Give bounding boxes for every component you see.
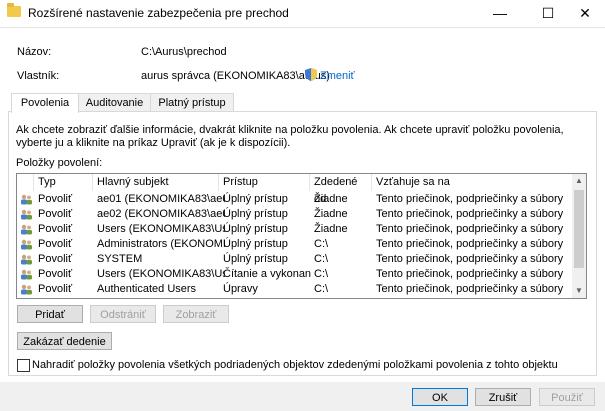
dialog-footer: OK Zrušiť Použiť: [0, 382, 605, 411]
table-row[interactable]: Povoliť Authenticated Users Úpravy C:\ Tento…: [17, 282, 572, 297]
cell-applies: Tento priečinok, podpriečinky a súbory: [376, 253, 564, 265]
cell-inherited: C:\: [314, 253, 329, 265]
column-header-principal[interactable]: Hlavný subjekt: [93, 174, 219, 191]
cell-type: Povoliť: [38, 193, 73, 205]
cancel-button[interactable]: Zrušiť: [475, 388, 531, 406]
tab-permissions[interactable]: Povolenia: [11, 93, 79, 113]
cell-principal: ae02 (EKONOMIKA83\ae02): [97, 208, 225, 220]
cell-inherited: Žiadne: [314, 223, 348, 235]
cell-principal: Authenticated Users: [97, 283, 197, 295]
table-row[interactable]: Povoliť Users (EKONOMIKA83\Users)Čítanie …: [17, 267, 572, 282]
cell-access: Úplný prístup: [223, 193, 288, 205]
cell-applies: Tento priečinok, podpriečinky a súbory: [376, 193, 564, 205]
users-icon: [21, 194, 32, 205]
cell-applies: Tento priečinok, podpriečinky a súbory: [376, 283, 564, 295]
column-header-applies[interactable]: Vzťahuje sa na: [372, 174, 572, 191]
users-icon: [21, 224, 32, 235]
cell-type: Povoliť: [38, 283, 73, 295]
cell-applies: Tento priečinok, podpriečinky a súbory: [376, 238, 564, 250]
cell-inherited: Žiadne: [314, 193, 348, 205]
users-icon: [21, 269, 32, 280]
cell-inherited: C:\: [314, 283, 329, 295]
scroll-up-arrow[interactable]: ▲: [572, 174, 586, 188]
cell-applies: Tento priečinok, podpriečinky a súbory: [376, 223, 564, 235]
cell-inherited: C:\: [314, 268, 329, 280]
scroll-down-arrow[interactable]: ▼: [572, 284, 586, 298]
vertical-scrollbar[interactable]: ▲ ▼: [572, 174, 586, 298]
table-row[interactable]: Povoliť Administrators (EKONOMIKA...Úplný…: [17, 237, 572, 252]
owner-label: Vlastník:: [17, 70, 60, 82]
change-owner-link[interactable]: Zmeniť: [320, 70, 355, 82]
cell-access: Úplný prístup: [223, 238, 288, 250]
users-icon: [21, 284, 32, 295]
cell-principal: SYSTEM: [97, 253, 143, 265]
cell-principal: Administrators (EKONOMIKA...: [97, 238, 225, 250]
tab-effective-access[interactable]: Platný prístup: [150, 93, 234, 112]
view-button[interactable]: Zobraziť: [163, 305, 229, 323]
column-header-access[interactable]: Prístup: [219, 174, 310, 191]
remove-button[interactable]: Odstrániť: [90, 305, 156, 323]
cell-access: Úplný prístup: [223, 253, 288, 265]
add-button[interactable]: Pridať: [17, 305, 83, 323]
cell-applies: Tento priečinok, podpriečinky a súbory: [376, 268, 564, 280]
close-button[interactable]: ✕: [565, 0, 605, 27]
shield-icon: [305, 68, 317, 81]
minimize-button[interactable]: —: [480, 0, 520, 27]
title-bar: Rozšírené nastavenie zabezpečenia pre pr…: [0, 0, 605, 28]
maximize-button[interactable]: ☐: [528, 0, 568, 27]
table-row[interactable]: Povoliť Users (EKONOMIKA83\Users)Úplný pr…: [17, 222, 572, 237]
replace-child-permissions-checkbox[interactable]: [17, 359, 30, 372]
cell-principal: Users (EKONOMIKA83\Users): [97, 223, 225, 235]
list-label: Položky povolení:: [16, 157, 103, 169]
table-row[interactable]: Povoliť SYSTEM Úplný prístup C:\ Tento prieč…: [17, 252, 572, 267]
users-icon: [21, 254, 32, 265]
name-label: Názov:: [17, 46, 52, 58]
permission-list[interactable]: Typ Hlavný subjekt Prístup Zdedené od Vz…: [16, 173, 587, 299]
column-header-inherited[interactable]: Zdedené od: [310, 174, 372, 205]
window-title: Rozšírené nastavenie zabezpečenia pre pr…: [28, 6, 289, 20]
owner-value: aurus správca (EKONOMIKA83\aurus): [141, 70, 330, 82]
table-row[interactable]: Povoliť ae01 (EKONOMIKA83\ae01) Úplný prís…: [17, 192, 572, 207]
folder-icon: [7, 3, 21, 17]
cell-inherited: C:\: [314, 238, 329, 250]
cell-type: Povoliť: [38, 208, 73, 220]
scrollbar-thumb[interactable]: [574, 190, 584, 268]
info-text: Ak chcete zobraziť ďalšie informácie, dv…: [16, 124, 564, 149]
replace-child-permissions-label: Nahradiť položky povolenia všetkých podr…: [32, 359, 558, 371]
cell-access: Úplný prístup: [223, 208, 288, 220]
cell-applies: Tento priečinok, podpriečinky a súbory: [376, 208, 564, 220]
tab-auditing[interactable]: Auditovanie: [78, 93, 151, 112]
column-header-icon: [17, 174, 34, 191]
cell-principal: Users (EKONOMIKA83\Users): [97, 268, 225, 280]
apply-button[interactable]: Použiť: [539, 388, 595, 406]
cell-access: Čítanie a vykonanie: [223, 268, 311, 280]
ok-button[interactable]: OK: [412, 388, 468, 406]
cell-type: Povoliť: [38, 238, 73, 250]
cell-type: Povoliť: [38, 268, 73, 280]
users-icon: [21, 209, 32, 220]
name-value: C:\Aurus\prechod: [141, 46, 227, 58]
cell-inherited: Žiadne: [314, 208, 348, 220]
cell-access: Úpravy: [223, 283, 258, 295]
column-header-type[interactable]: Typ: [34, 174, 93, 191]
table-row[interactable]: Povoliť ae02 (EKONOMIKA83\ae02) Úplný prís…: [17, 207, 572, 222]
cell-principal: ae01 (EKONOMIKA83\ae01): [97, 193, 225, 205]
cell-type: Povoliť: [38, 253, 73, 265]
users-icon: [21, 239, 32, 250]
cell-type: Povoliť: [38, 223, 73, 235]
cell-access: Úplný prístup: [223, 223, 288, 235]
disable-inheritance-button[interactable]: Zakázať dedenie: [17, 332, 112, 350]
